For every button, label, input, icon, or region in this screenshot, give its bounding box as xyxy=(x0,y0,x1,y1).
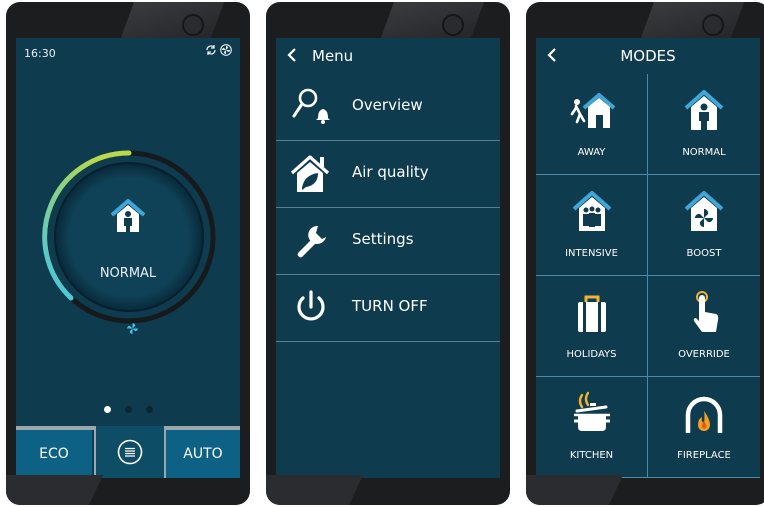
wrench-icon xyxy=(297,225,326,258)
house-fan-icon xyxy=(684,191,724,231)
mode-tile-normal[interactable]: NORMAL xyxy=(648,74,760,175)
mode-tile-fireplace[interactable]: FIREPLACE xyxy=(648,377,760,478)
sync-icon[interactable] xyxy=(205,44,217,56)
status-bar: 16:30 xyxy=(16,38,240,68)
mode-label: HOLIDAYS xyxy=(566,349,617,360)
menu-item-label: Settings xyxy=(352,230,414,248)
modes-grid: AWAY NORMAL INTENSIVE BOOST HOLIDAYS OVE… xyxy=(536,74,760,478)
mode-tile-holidays[interactable]: HOLIDAYS xyxy=(536,276,648,377)
dial-center xyxy=(54,162,204,312)
page-dot[interactable] xyxy=(145,406,153,413)
camera-icon xyxy=(442,14,464,36)
house-person-icon xyxy=(110,199,146,232)
page-dot[interactable] xyxy=(124,406,132,413)
modes-screen: MODES AWAY NORMAL INTENSIVE BOOST HOLIDA… xyxy=(536,38,760,478)
clock-time: 16:30 xyxy=(24,47,56,60)
menu-list: Overview Air quality Settings TURN OFF xyxy=(276,74,500,342)
cooking-pot-icon xyxy=(573,391,610,431)
suitcase-icon xyxy=(577,295,606,332)
fan-icon[interactable] xyxy=(220,44,232,56)
fan-speed-icon xyxy=(127,323,138,334)
menu-button[interactable] xyxy=(94,426,166,478)
bottom-bar: ECO AUTO xyxy=(16,426,240,478)
menu-item-turn-off[interactable]: TURN OFF xyxy=(276,275,500,342)
back-chevron-icon[interactable] xyxy=(284,46,302,64)
power-icon xyxy=(297,290,325,321)
camera-icon xyxy=(182,14,204,36)
fireplace-icon xyxy=(685,396,723,433)
mode-tile-kitchen[interactable]: KITCHEN xyxy=(536,377,648,478)
menu-item-label: Overview xyxy=(352,96,423,114)
mode-label: INTENSIVE xyxy=(565,248,618,259)
menu-list-icon xyxy=(117,439,143,465)
phone-modes: MODES AWAY NORMAL INTENSIVE BOOST HOLIDA… xyxy=(526,2,764,505)
eco-button[interactable]: ECO xyxy=(16,430,92,478)
page-dot-active[interactable] xyxy=(103,406,111,413)
camera-icon xyxy=(702,14,724,36)
mode-label: NORMAL xyxy=(682,147,726,158)
home-screen: 16:30 NORMAL ECO AUTO xyxy=(16,38,240,478)
menu-item-label: TURN OFF xyxy=(352,297,428,315)
mode-label: AWAY xyxy=(577,147,606,158)
overview-bell-icon xyxy=(292,88,330,124)
phone-bottom-glare xyxy=(266,475,363,505)
menu-item-air-quality[interactable]: Air quality xyxy=(276,141,500,208)
menu-item-label: Air quality xyxy=(352,163,429,181)
mode-label: OVERRIDE xyxy=(678,349,730,360)
status-icons xyxy=(205,44,232,56)
house-person-icon xyxy=(684,90,724,130)
house-people-icon xyxy=(572,191,611,231)
menu-header: Menu xyxy=(276,38,500,74)
phone-bottom-glare xyxy=(526,475,623,505)
phone-menu: Menu Overview Air quality Settings TURN … xyxy=(266,2,510,505)
house-leaf-icon xyxy=(290,155,330,192)
modes-title: MODES xyxy=(620,47,676,65)
mode-tile-away[interactable]: AWAY xyxy=(536,74,648,175)
away-walker-icon xyxy=(570,93,615,128)
page-indicator xyxy=(16,406,240,413)
mode-label: BOOST xyxy=(686,248,722,259)
phone-home: 16:30 NORMAL ECO AUTO xyxy=(6,2,250,505)
mode-dial[interactable] xyxy=(40,148,218,326)
auto-button[interactable]: AUTO xyxy=(166,430,240,478)
modes-header: MODES xyxy=(536,38,760,74)
mode-tile-intensive[interactable]: INTENSIVE xyxy=(536,175,648,276)
hand-pointer-icon xyxy=(693,291,719,332)
menu-item-overview[interactable]: Overview xyxy=(276,74,500,141)
mode-label: FIREPLACE xyxy=(677,450,731,461)
menu-item-settings[interactable]: Settings xyxy=(276,208,500,275)
mode-tile-override[interactable]: OVERRIDE xyxy=(648,276,760,377)
mode-tile-boost[interactable]: BOOST xyxy=(648,175,760,276)
menu-title: Menu xyxy=(312,47,354,65)
current-mode-label: NORMAL xyxy=(99,266,157,281)
phone-bottom-glare xyxy=(6,475,103,505)
menu-screen: Menu Overview Air quality Settings TURN … xyxy=(276,38,500,478)
mode-label: KITCHEN xyxy=(569,450,614,461)
